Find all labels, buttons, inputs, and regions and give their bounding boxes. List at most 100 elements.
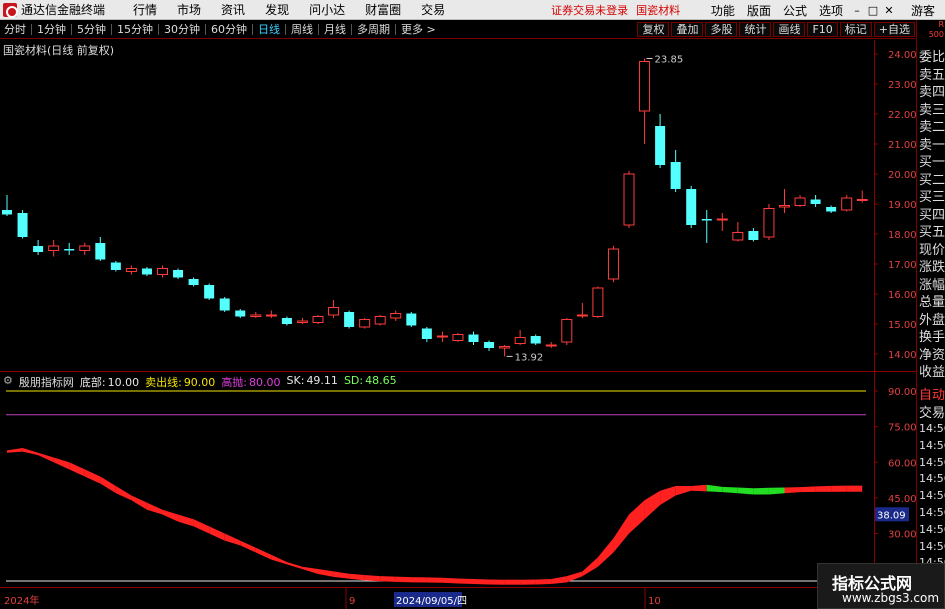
skd-ribbon-segment	[224, 533, 241, 546]
period-30min[interactable]: 30分钟	[160, 21, 204, 37]
period-multi[interactable]: 多周期	[353, 21, 394, 37]
price-tick-label: 21.00	[888, 140, 916, 151]
period-15min[interactable]: 15分钟	[113, 21, 157, 37]
candle-body-up	[856, 199, 868, 201]
price-tick-label: 14.00	[888, 350, 916, 361]
overlay-button[interactable]: 叠加	[671, 22, 704, 37]
menu-quotes[interactable]: 行情	[123, 1, 167, 18]
candle-body-up	[514, 337, 526, 344]
quote-field-label: 卖三	[919, 102, 945, 118]
menu-wealth[interactable]: 财富圈	[355, 1, 411, 18]
candle-body-down	[219, 298, 230, 311]
tick-time: 14:56	[919, 489, 945, 503]
skd-ribbon-segment	[551, 576, 567, 584]
skd-ribbon-segment	[333, 571, 350, 579]
current-stock-name: 国瓷材料	[636, 3, 681, 17]
chart-title: 国瓷材料(日线 前复权)	[3, 44, 115, 57]
x-axis-label: 2024年	[4, 594, 39, 607]
multi-stock-button[interactable]: 多股	[705, 22, 738, 37]
indicator-params: 底部: 10.00 卖出线: 90.00 高抛: 80.00 SK: 49.11 SD: 48.6…	[80, 374, 397, 390]
skd-ribbon-segment	[193, 519, 210, 534]
adjust-button[interactable]: 复权	[637, 22, 670, 37]
period-1min[interactable]: 1分钟	[33, 21, 70, 37]
indicator-name[interactable]: 殷朋指标网	[19, 374, 74, 390]
divider	[71, 23, 72, 35]
candle-body-up	[250, 314, 262, 317]
quote-field-label: 买四	[919, 207, 945, 223]
period-more[interactable]: 更多 >	[397, 21, 440, 37]
minimize-icon[interactable]: –	[849, 4, 865, 17]
tick-time: 14:56	[919, 455, 945, 469]
candle-body-up	[592, 287, 604, 317]
indicator-tick-label: 45.00	[888, 494, 916, 505]
tick-time: 14:56	[919, 472, 945, 486]
indicator-param: SD: 48.65	[344, 374, 397, 390]
guest-user[interactable]: 游客	[911, 2, 935, 19]
menu-market[interactable]: 市场	[167, 1, 211, 18]
candle-body-up	[639, 61, 651, 112]
period-weekly[interactable]: 周线	[287, 21, 317, 37]
candle-body-down	[530, 336, 541, 344]
menu-formula[interactable]: 公式	[777, 2, 813, 19]
candle-body-up	[374, 316, 386, 325]
mark-button[interactable]: 标记	[839, 22, 872, 37]
divider	[285, 23, 286, 35]
indicator-settings-icon[interactable]: ⚙	[3, 374, 13, 390]
skd-ribbon-segment	[800, 486, 816, 493]
period-60min[interactable]: 60分钟	[207, 21, 251, 37]
quote-field-label: 现价	[919, 242, 945, 258]
quote-field-label: 买一	[919, 155, 945, 170]
skd-ribbon-segment	[473, 578, 490, 585]
watermark-url: www.zbgs3.com	[842, 591, 940, 605]
menu-discover[interactable]: 发现	[255, 1, 299, 18]
indicator-tick-label: 90.00	[888, 387, 916, 398]
candle-body-down	[110, 262, 121, 270]
menu-trade[interactable]: 交易	[411, 1, 455, 18]
menu-right-group: 功能 版面 公式 选项 – □ ✕ 游客	[705, 0, 945, 20]
period-5min[interactable]: 5分钟	[73, 21, 110, 37]
candle-body-up	[623, 173, 635, 226]
x-axis-label: 10	[648, 596, 661, 607]
kline-chart[interactable]: 24.00 23.00 22.00 21.00 20.00 19.00 18.00 17.00…	[0, 40, 916, 609]
candle-body-up	[779, 205, 790, 208]
skd-ribbon-segment	[318, 569, 334, 577]
indicator-tick-label: 30.00	[888, 530, 916, 541]
candle-body-down	[344, 312, 355, 327]
skd-ribbon-segment	[846, 485, 863, 492]
menu-ask[interactable]: 问小达	[299, 1, 355, 18]
menu-news[interactable]: 资讯	[211, 1, 255, 18]
menu-options[interactable]: 选项	[813, 2, 849, 19]
skd-ribbon-segment	[582, 557, 598, 577]
candle-body-up	[452, 334, 464, 341]
candle-body-down	[173, 270, 184, 278]
skd-ribbon-segment	[706, 484, 723, 493]
statistics-button[interactable]: 统计	[739, 22, 772, 37]
f10-button[interactable]: F10	[807, 22, 838, 37]
quote-field-label: 净资	[919, 347, 945, 363]
menu-functions[interactable]: 功能	[705, 2, 741, 19]
add-watchlist-button[interactable]: +自选	[873, 22, 915, 37]
chart-tools: 复权 叠加 多股 统计 画线 F10 标记 +自选	[635, 22, 915, 37]
skd-ribbon-segment	[442, 577, 458, 584]
candle-body-down	[468, 334, 479, 342]
panel-badge[interactable]: R 500	[917, 20, 945, 42]
quote-field-label: 涨跌	[919, 260, 945, 275]
maximize-icon[interactable]: □	[865, 4, 881, 17]
period-monthly[interactable]: 月线	[320, 21, 350, 37]
candle-body-up	[359, 319, 371, 328]
trade-label[interactable]: 交易	[919, 402, 945, 421]
indicator-tick-label: 75.00	[888, 423, 916, 434]
login-status[interactable]: 证券交易未登录	[551, 2, 628, 18]
close-icon[interactable]: ✕	[881, 4, 897, 17]
period-daily[interactable]: 日线	[254, 21, 284, 37]
period-intraday[interactable]: 分时	[0, 21, 30, 37]
skd-ribbon-segment	[613, 514, 629, 553]
indicator-param-value: 80.00	[249, 376, 281, 389]
candle-body-down	[235, 310, 246, 317]
draw-line-button[interactable]: 画线	[773, 22, 806, 37]
menu-layout[interactable]: 版面	[741, 2, 777, 19]
x-axis-label: 2024/09/05/四	[396, 596, 467, 607]
auto-trade-label[interactable]: 自动	[919, 384, 945, 403]
candle-body-up	[79, 245, 91, 251]
divider	[205, 23, 206, 35]
